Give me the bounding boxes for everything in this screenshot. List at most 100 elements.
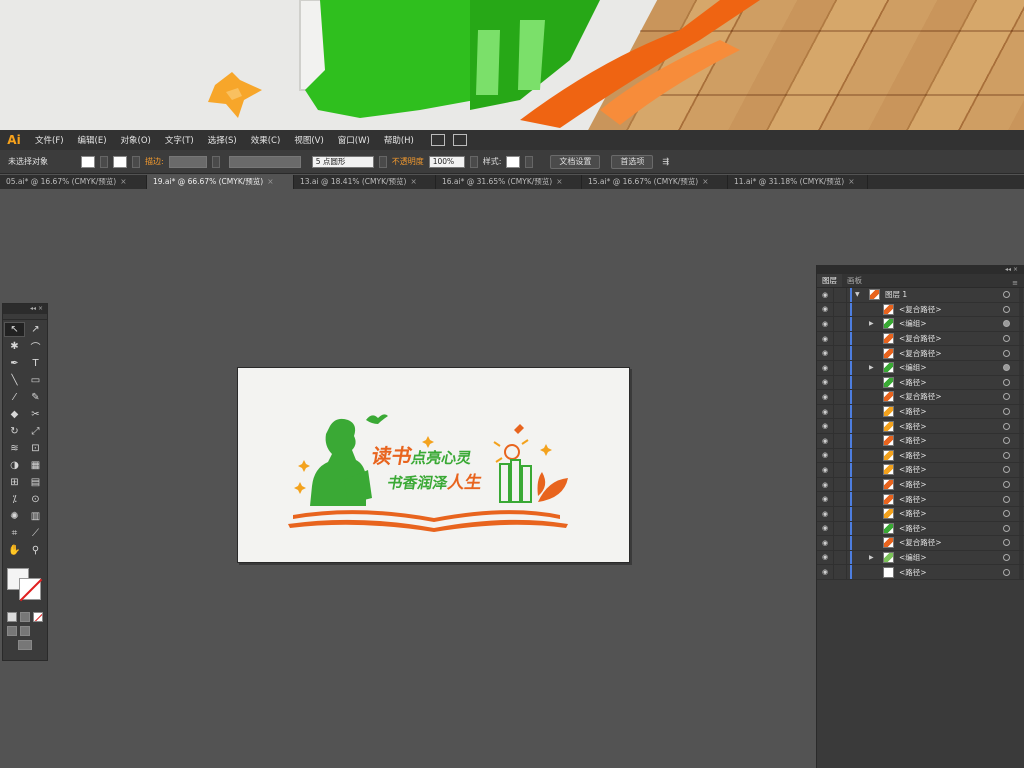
layer-name[interactable]: <复合路径> <box>899 333 942 344</box>
mesh-tool-icon[interactable]: ⊞ <box>4 475 25 490</box>
target-circle-icon[interactable] <box>1003 393 1010 401</box>
menu-window[interactable]: 窗口(W) <box>331 134 377 146</box>
target-circle-icon[interactable] <box>1003 539 1010 547</box>
stroke-weight-field[interactable] <box>168 155 207 168</box>
menu-view[interactable]: 视图(V) <box>287 134 330 146</box>
doc-tab-13[interactable]: 13.ai @ 18.41% (CMYK/预览) × <box>294 175 436 189</box>
layer-name[interactable]: <路径> <box>899 377 927 388</box>
doc-tab-19[interactable]: 19.ai* @ 66.67% (CMYK/预览) × <box>147 175 294 189</box>
layer-row[interactable]: ◉ <路径> <box>817 506 1024 522</box>
lock-toggle[interactable] <box>833 390 847 404</box>
bridge-icon[interactable] <box>430 134 445 146</box>
target-circle-icon[interactable] <box>1003 378 1010 386</box>
lock-toggle[interactable] <box>833 302 847 317</box>
stroke-label[interactable]: 描边: <box>145 156 164 167</box>
lock-toggle[interactable] <box>833 433 847 448</box>
close-tab-icon[interactable]: × <box>556 175 562 189</box>
expand-arrow-icon[interactable]: ▶ <box>869 364 877 371</box>
shape-builder-tool-icon[interactable]: ◑ <box>4 458 25 473</box>
layer-name[interactable]: 图层 1 <box>885 289 907 300</box>
layer-name[interactable]: <复合路径> <box>899 537 942 548</box>
layer-row[interactable]: ◉ <路径> <box>817 433 1024 449</box>
visibility-eye-icon[interactable]: ◉ <box>817 510 833 518</box>
perspective-grid-tool-icon[interactable]: ▦ <box>25 458 46 473</box>
target-circle-icon[interactable] <box>1003 305 1010 313</box>
column-graph-tool-icon[interactable]: ▥ <box>25 509 46 524</box>
lock-toggle[interactable] <box>833 317 847 331</box>
selection-column[interactable] <box>1019 477 1023 492</box>
layer-name[interactable]: <路径> <box>899 435 927 446</box>
lock-toggle[interactable] <box>833 506 847 521</box>
layer-row[interactable]: ◉ <路径> <box>817 448 1024 464</box>
pencil-tool-icon[interactable]: ✎ <box>25 390 46 405</box>
symbol-sprayer-tool-icon[interactable]: ✺ <box>4 509 25 524</box>
layer-name[interactable]: <路径> <box>899 479 927 490</box>
stroke-swatch[interactable] <box>113 155 127 168</box>
brush-definition[interactable]: 5 点圆形 <box>311 155 374 168</box>
lock-toggle[interactable] <box>833 288 847 302</box>
gradient-button[interactable] <box>20 612 30 622</box>
width-tool-icon[interactable]: ≋ <box>4 441 25 456</box>
layer-row[interactable]: ◉ ▼ 图层 1 <box>817 288 1024 303</box>
layer-row[interactable]: ◉ ▶ <编组> <box>817 550 1024 566</box>
layer-name[interactable]: <路径> <box>899 450 927 461</box>
selection-column[interactable] <box>1019 463 1023 477</box>
layer-name[interactable]: <路径> <box>899 523 927 534</box>
menu-help[interactable]: 帮助(H) <box>377 134 421 146</box>
lock-toggle[interactable] <box>833 419 847 433</box>
blob-brush-tool-icon[interactable]: ◆ <box>4 407 25 422</box>
stroke-dropdown[interactable] <box>132 155 140 168</box>
lasso-tool-icon[interactable]: ⌒ <box>25 339 46 354</box>
layer-row[interactable]: ◉ <复合路径> <box>817 536 1024 551</box>
visibility-eye-icon[interactable]: ◉ <box>817 408 833 416</box>
slice-tool-icon[interactable]: ⟋ <box>25 526 46 541</box>
visibility-eye-icon[interactable]: ◉ <box>817 481 833 489</box>
expand-arrow-icon[interactable]: ▶ <box>869 554 877 561</box>
target-circle-icon[interactable] <box>1003 481 1010 489</box>
opacity-label[interactable]: 不透明度 <box>392 156 424 167</box>
close-tab-icon[interactable]: × <box>267 175 273 189</box>
close-tab-icon[interactable]: × <box>848 175 854 189</box>
layer-name[interactable]: <路径> <box>899 406 927 417</box>
layer-name[interactable]: <复合路径> <box>899 348 942 359</box>
target-circle-icon[interactable] <box>1003 422 1010 430</box>
visibility-eye-icon[interactable]: ◉ <box>817 524 833 532</box>
tab-artboards[interactable]: 画板 <box>842 274 867 287</box>
layer-row[interactable]: ◉ <路径> <box>817 565 1024 580</box>
layer-row[interactable]: ◉ <路径> <box>817 521 1024 537</box>
paintbrush-tool-icon[interactable]: ⁄ <box>4 390 25 405</box>
draw-normal-icon[interactable] <box>7 626 17 636</box>
visibility-eye-icon[interactable]: ◉ <box>817 393 833 401</box>
target-circle-icon[interactable] <box>1003 510 1010 518</box>
target-circle-icon[interactable] <box>1003 349 1010 357</box>
layer-name[interactable]: <路径> <box>899 494 927 505</box>
gradient-tool-icon[interactable]: ▤ <box>25 475 46 490</box>
selection-column[interactable] <box>1019 375 1023 390</box>
none-button[interactable] <box>33 612 43 622</box>
selection-column[interactable] <box>1019 390 1023 404</box>
graphic-style-swatch[interactable] <box>506 155 521 168</box>
visibility-eye-icon[interactable]: ◉ <box>817 291 833 299</box>
arrange-documents-icon[interactable] <box>452 134 467 146</box>
layer-row[interactable]: ◉ <复合路径> <box>817 331 1024 347</box>
lock-toggle[interactable] <box>833 360 847 375</box>
target-circle-icon[interactable] <box>1003 451 1010 459</box>
visibility-eye-icon[interactable]: ◉ <box>817 451 833 459</box>
hand-tool-icon[interactable]: ✋ <box>4 543 25 558</box>
artboard-tool-icon[interactable]: ⌗ <box>4 526 25 541</box>
tab-layers[interactable]: 图层 <box>817 274 842 287</box>
visibility-eye-icon[interactable]: ◉ <box>817 495 833 503</box>
layer-row[interactable]: ◉ ▶ <编组> <box>817 360 1024 376</box>
screen-mode-icon[interactable] <box>18 640 32 650</box>
target-circle-icon[interactable] <box>1003 335 1010 343</box>
layer-row[interactable]: ◉ ▶ <编组> <box>817 317 1024 332</box>
visibility-eye-icon[interactable]: ◉ <box>817 568 833 576</box>
visibility-eye-icon[interactable]: ◉ <box>817 539 833 547</box>
eyedropper-tool-icon[interactable]: ⁒ <box>4 492 25 507</box>
selection-column[interactable] <box>1019 565 1023 579</box>
selection-column[interactable] <box>1019 419 1023 433</box>
target-circle-icon[interactable] <box>1003 466 1010 474</box>
layer-name[interactable]: <路径> <box>899 464 927 475</box>
layer-row[interactable]: ◉ <路径> <box>817 463 1024 478</box>
document-setup-button[interactable]: 文档设置 <box>550 154 601 169</box>
